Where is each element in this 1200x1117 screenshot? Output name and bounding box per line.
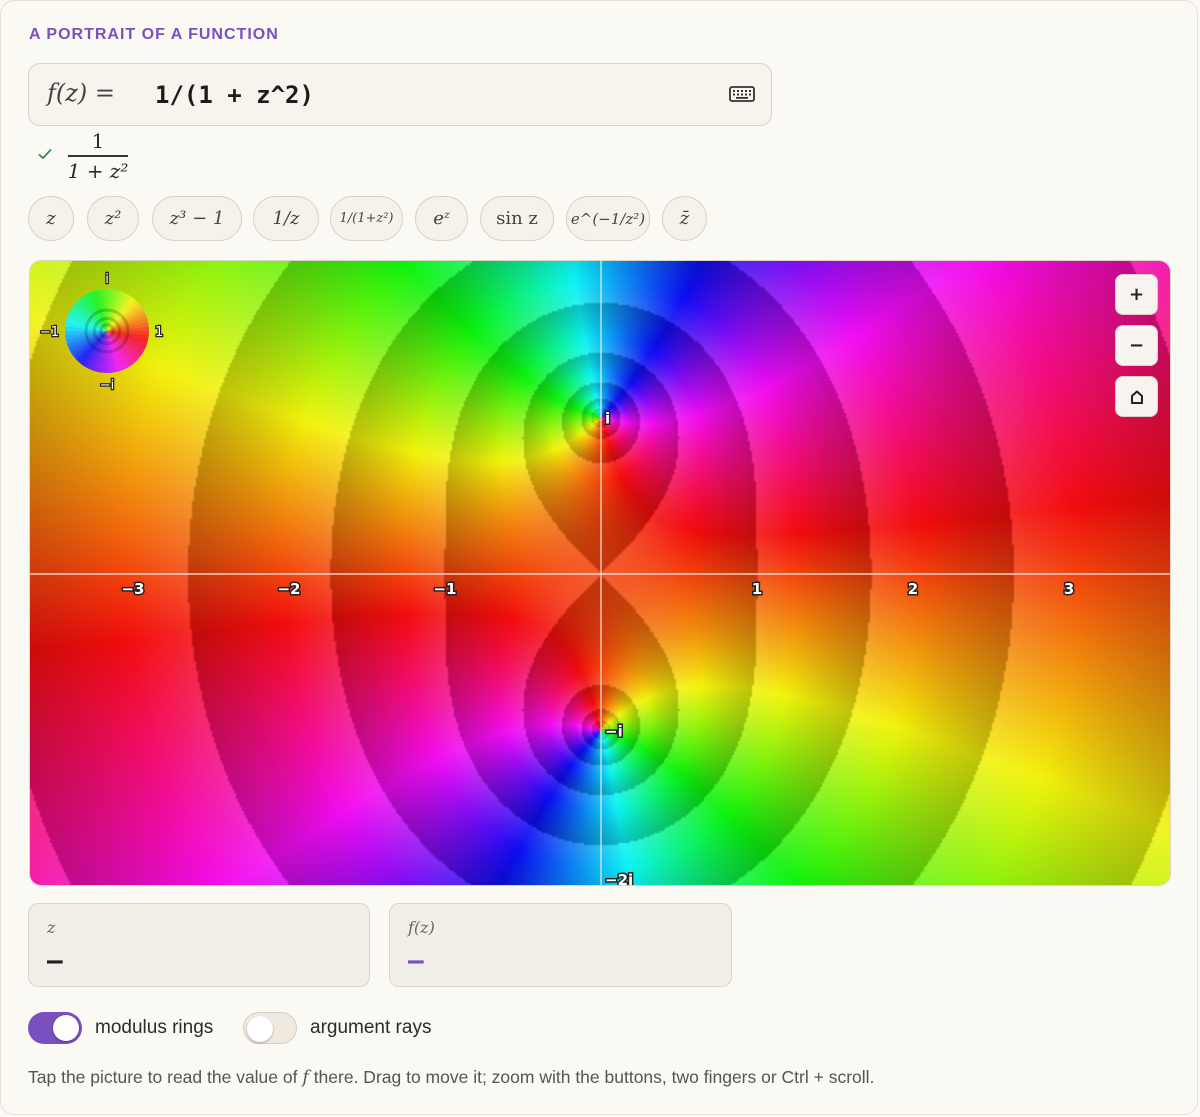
preset-z-squared-button[interactable]: z² bbox=[87, 196, 139, 241]
home-icon[interactable] bbox=[1115, 376, 1158, 417]
preset-z-cubed-minus-one-button[interactable]: z³ − 1 bbox=[152, 196, 242, 241]
rendered-numerator: 1 bbox=[91, 129, 105, 153]
argument-rays-toggle[interactable] bbox=[243, 1012, 297, 1044]
preset-sine-button[interactable]: sin z bbox=[480, 196, 554, 241]
help-text-before: Tap the picture to read the value of bbox=[28, 1067, 303, 1087]
preset-reciprocal-button[interactable]: 1/z bbox=[253, 196, 319, 241]
preset-one-over-one-plus-z-squared-button[interactable]: 1/(1+z²) bbox=[330, 196, 403, 241]
z-readout: z — bbox=[28, 903, 370, 987]
help-text: Tap the picture to read the value of f t… bbox=[28, 1067, 874, 1088]
formula-prefix: f(z) = bbox=[47, 79, 115, 107]
keyboard-icon[interactable] bbox=[729, 84, 755, 104]
domain-coloring-plot[interactable]: −3 −2 −1 1 2 3 i −i −2i i −i −1 1 + − bbox=[29, 260, 1171, 886]
domain-coloring-canvas[interactable] bbox=[30, 261, 1170, 885]
rendered-formula: 1 1 + z² bbox=[66, 128, 130, 186]
page-eyebrow-title: A PORTRAIT OF A FUNCTION bbox=[29, 26, 279, 43]
z-readout-label: z bbox=[47, 918, 56, 937]
formula-input[interactable] bbox=[155, 74, 715, 116]
preset-essential-singularity-button[interactable]: e^(−1/z²) bbox=[566, 196, 650, 241]
modulus-rings-toggle[interactable] bbox=[28, 1012, 82, 1044]
zoom-in-button[interactable]: + bbox=[1115, 274, 1158, 315]
preset-z-button[interactable]: z bbox=[28, 196, 74, 241]
fz-readout-label: f(z) bbox=[408, 918, 435, 937]
fz-readout: f(z) — bbox=[389, 903, 732, 987]
argument-rays-label: argument rays bbox=[310, 1017, 432, 1038]
zoom-out-button[interactable]: − bbox=[1115, 325, 1158, 366]
preset-exp-button[interactable]: eᶻ bbox=[415, 196, 468, 241]
fz-readout-value: — bbox=[408, 946, 424, 976]
rendered-denominator: 1 + z² bbox=[67, 158, 129, 183]
check-icon bbox=[38, 148, 52, 160]
preset-conjugate-button[interactable]: z̄ bbox=[662, 196, 707, 241]
help-text-after: there. Drag to move it; zoom with the bu… bbox=[308, 1067, 875, 1087]
z-readout-value: — bbox=[47, 946, 63, 976]
modulus-rings-label: modulus rings bbox=[95, 1017, 214, 1038]
fraction-bar bbox=[68, 155, 128, 157]
formula-field[interactable]: f(z) = bbox=[28, 63, 772, 126]
